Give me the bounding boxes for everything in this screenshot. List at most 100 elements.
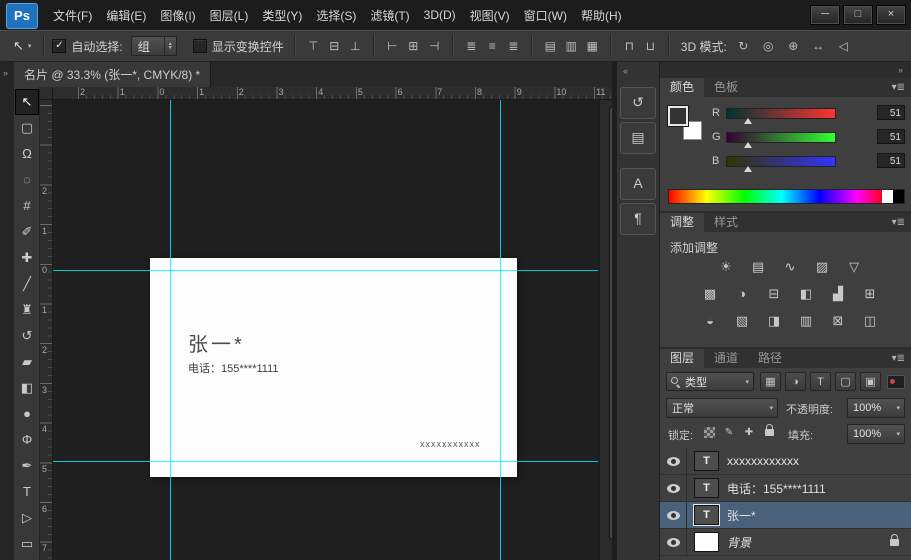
menu-item[interactable]: 选择(S) [309, 4, 363, 27]
panel-tab[interactable]: 样式 [704, 213, 748, 232]
layer-thumbnail[interactable]: T [694, 505, 719, 525]
panel-menu-icon[interactable]: ▾≣ [892, 217, 905, 228]
menu-item[interactable]: 视图(V) [463, 4, 517, 27]
lock-position-icon[interactable]: ✚ [740, 424, 758, 442]
align-icon[interactable]: ▥ [561, 36, 582, 56]
gradient-tool[interactable]: ◧ [15, 375, 39, 401]
eraser-tool[interactable]: ▰ [15, 349, 39, 375]
visibility-toggle[interactable] [660, 502, 687, 528]
close-button[interactable]: × [876, 5, 906, 25]
path-selection-tool[interactable]: ▷ [15, 505, 39, 531]
history-panel-icon[interactable]: ↺ [620, 87, 656, 119]
panel-menu-icon[interactable]: ▾≣ [892, 353, 905, 364]
spinner-down-icon[interactable]: ▼ [168, 46, 173, 50]
guide-horizontal-bottom[interactable] [53, 461, 598, 462]
channel-value[interactable]: 51 [877, 129, 905, 144]
color-spectrum-bar[interactable] [668, 189, 905, 204]
layer-filter-icon[interactable]: ▣ [860, 372, 881, 391]
align-icon[interactable]: ⊥ [345, 36, 366, 56]
adjustment-icon[interactable]: ⊠ [826, 311, 850, 331]
slider-track[interactable] [726, 108, 836, 119]
dodge-tool[interactable]: Φ [15, 427, 39, 453]
channel-value[interactable]: 51 [877, 153, 905, 168]
rectangular-marquee-tool[interactable]: ▢ [15, 115, 39, 141]
adjustment-icon[interactable]: ◒ [698, 311, 722, 331]
adjustment-icon[interactable]: ◑ [730, 284, 754, 304]
menu-item[interactable]: 滤镜(T) [363, 4, 416, 27]
align-icon[interactable]: ▦ [582, 36, 603, 56]
clone-stamp-tool[interactable]: ♜ [15, 297, 39, 323]
expand-chevron-icon[interactable]: » [3, 68, 8, 78]
mode-3d-icon[interactable]: ↻ [733, 36, 754, 56]
layer-row[interactable]: T 张一* [660, 502, 911, 529]
opacity-dropdown[interactable]: 100% ▾ [847, 398, 905, 418]
adjustment-icon[interactable]: ▥ [794, 311, 818, 331]
lasso-tool[interactable]: Ω [15, 141, 39, 167]
quick-selection-tool[interactable]: ◌ [15, 167, 39, 193]
menu-item[interactable]: 帮助(H) [574, 4, 629, 27]
align-icon[interactable]: ≣ [461, 36, 482, 56]
panel-tab[interactable]: 图层 [660, 349, 704, 368]
properties-panel-icon[interactable]: ▤ [620, 122, 656, 154]
slider-thumb[interactable] [744, 166, 752, 172]
layer-row[interactable]: T xxxxxxxxxxxx [660, 448, 911, 475]
adjustment-icon[interactable]: ▤ [746, 257, 770, 277]
vertical-ruler[interactable]: 2101234567 [40, 100, 53, 560]
adjustment-icon[interactable]: ▟ [826, 284, 850, 304]
layer-name[interactable]: 电话：155****1111 [727, 480, 826, 497]
slider-thumb[interactable] [744, 118, 752, 124]
adjustment-icon[interactable]: ▨ [810, 257, 834, 277]
align-icon[interactable]: ≡ [482, 36, 503, 56]
filter-toggle-switch[interactable] [887, 375, 905, 389]
align-icon[interactable]: ⊟ [324, 36, 345, 56]
show-transform-checkbox[interactable] [193, 39, 207, 53]
canvas-viewport[interactable]: 张一* 电话：155****1111 xxxxxxxxxxx [53, 100, 612, 560]
minimize-button[interactable]: ─ [810, 5, 840, 25]
maximize-button[interactable]: □ [843, 5, 873, 25]
menu-item[interactable]: 类型(Y) [255, 4, 309, 27]
visibility-toggle[interactable] [660, 529, 687, 555]
align-icon[interactable]: ⊣ [424, 36, 445, 56]
horizontal-ruler[interactable]: 2101234567891011 [53, 87, 612, 100]
history-brush-tool[interactable]: ↺ [15, 323, 39, 349]
adjustment-icon[interactable]: ∿ [778, 257, 802, 277]
ruler-corner[interactable] [40, 87, 53, 100]
mode-3d-icon[interactable]: ◎ [758, 36, 779, 56]
menu-item[interactable]: 图层(L) [203, 4, 256, 27]
visibility-toggle[interactable] [660, 448, 687, 474]
document-tab[interactable]: 名片 @ 33.3% (张一*, CMYK/8) * [14, 62, 211, 87]
align-icon[interactable]: ⊞ [403, 36, 424, 56]
adjustment-icon[interactable]: ⊟ [762, 284, 786, 304]
panel-tab[interactable]: 调整 [660, 213, 704, 232]
align-icon[interactable]: ⊤ [303, 36, 324, 56]
adjustment-icon[interactable]: ☀ [714, 257, 738, 277]
panel-tab[interactable]: 颜色 [660, 78, 704, 97]
adjustment-icon[interactable]: ◨ [762, 311, 786, 331]
mode-3d-icon[interactable]: ◁ [833, 36, 854, 56]
collapse-chevron-icon[interactable]: « [623, 66, 628, 76]
fill-dropdown[interactable]: 100% ▾ [847, 424, 905, 444]
adjustment-icon[interactable]: ▽ [842, 257, 866, 277]
layer-filter-icon[interactable]: ▢ [835, 372, 856, 391]
black-swatch[interactable] [893, 190, 904, 203]
lock-all-icon[interactable] [760, 424, 778, 442]
visibility-toggle[interactable] [660, 475, 687, 501]
menu-item[interactable]: 图像(I) [153, 4, 202, 27]
align-icon[interactable]: ⊓ [619, 36, 640, 56]
lock-transparent-pixels-icon[interactable] [700, 424, 718, 442]
layer-filter-icon[interactable]: T [810, 372, 831, 391]
menu-item[interactable]: 3D(D) [417, 5, 463, 25]
layer-filter-icon[interactable]: ◑ [785, 372, 806, 391]
panel-tab[interactable]: 路径 [748, 349, 792, 368]
align-icon[interactable]: ≣ [503, 36, 524, 56]
paragraph-panel-icon[interactable]: ¶ [620, 203, 656, 235]
slider-track[interactable] [726, 156, 836, 167]
channel-value[interactable]: 51 [877, 105, 905, 120]
layer-filter-icon[interactable]: ▦ [760, 372, 781, 391]
brush-tool[interactable]: ╱ [15, 271, 39, 297]
align-icon[interactable]: ⊢ [382, 36, 403, 56]
panel-tab[interactable]: 通道 [704, 349, 748, 368]
spinner-icon[interactable]: ▲ ▼ [164, 37, 176, 55]
adjustment-icon[interactable]: ▧ [730, 311, 754, 331]
healing-brush-tool[interactable]: ✚ [15, 245, 39, 271]
